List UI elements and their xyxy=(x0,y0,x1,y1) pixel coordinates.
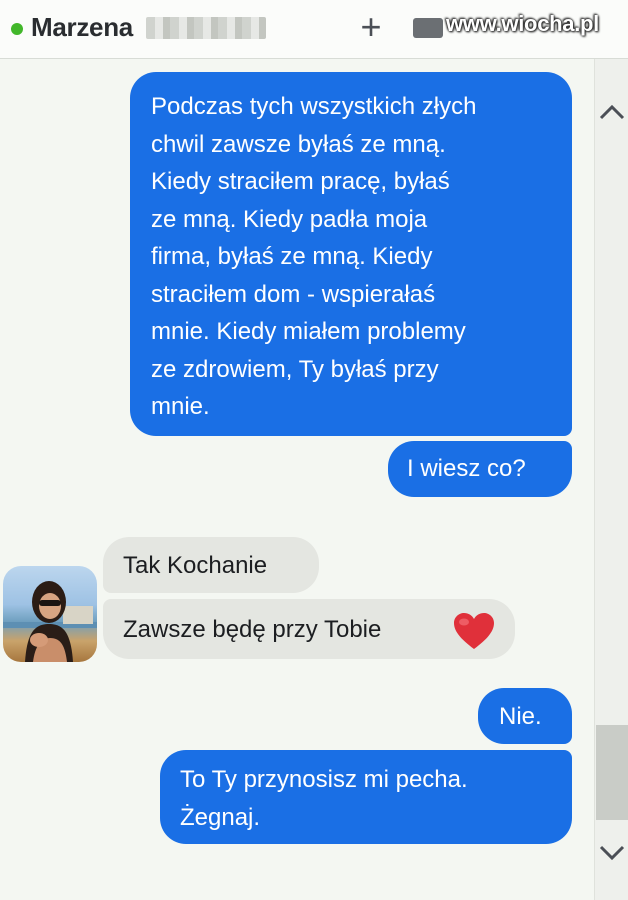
chevron-down-icon[interactable] xyxy=(596,836,628,868)
message-bubble-outgoing: I wiesz co? xyxy=(388,441,572,497)
blurred-surname xyxy=(146,17,266,39)
message-line: chwil zawsze byłaś ze mną. xyxy=(151,130,446,158)
contact-avatar[interactable] xyxy=(3,566,97,662)
message-line: To Ty przynosisz mi pecha. xyxy=(180,766,468,793)
chevron-up-icon[interactable] xyxy=(596,97,628,129)
message-line: Tak Kochanie xyxy=(123,552,268,579)
message-line: straciłem dom - wspierałaś xyxy=(151,280,436,308)
message-line: Podczas tych wszystkich złych xyxy=(151,93,477,120)
message-bubble-outgoing: To Ty przynosisz mi pecha. Żegnaj. xyxy=(160,750,572,844)
avatar-photo xyxy=(3,581,97,662)
message-line: Żegnaj. xyxy=(180,803,261,831)
message-bubble-outgoing: Podczas tych wszystkich złych chwil zaws… xyxy=(130,72,572,436)
scrollbar-thumb[interactable] xyxy=(596,725,628,820)
message-line: mnie. Kiedy miałem problemy xyxy=(151,318,466,345)
message-line: Nie. xyxy=(499,703,542,730)
message-line: I wiesz co? xyxy=(407,455,526,482)
message-line: Kiedy straciłem pracę, byłaś xyxy=(151,168,450,195)
watermark: www.wiocha.pl xyxy=(446,11,599,36)
message-line: mnie. xyxy=(151,393,210,420)
heart-icon xyxy=(454,613,494,649)
message-line: firma, byłaś ze mną. Kiedy xyxy=(151,243,433,270)
video-camera-icon[interactable] xyxy=(413,18,443,38)
message-bubble-incoming: Tak Kochanie xyxy=(103,537,319,593)
online-status-dot xyxy=(11,23,23,35)
message-bubble-outgoing: Nie. xyxy=(478,688,572,744)
message-line: ze mną. Kiedy padła moja xyxy=(151,205,428,233)
plus-icon[interactable]: + xyxy=(357,9,385,45)
message-line: ze zdrowiem, Ty byłaś przy xyxy=(151,355,439,383)
contact-name[interactable]: Marzena xyxy=(31,12,133,43)
